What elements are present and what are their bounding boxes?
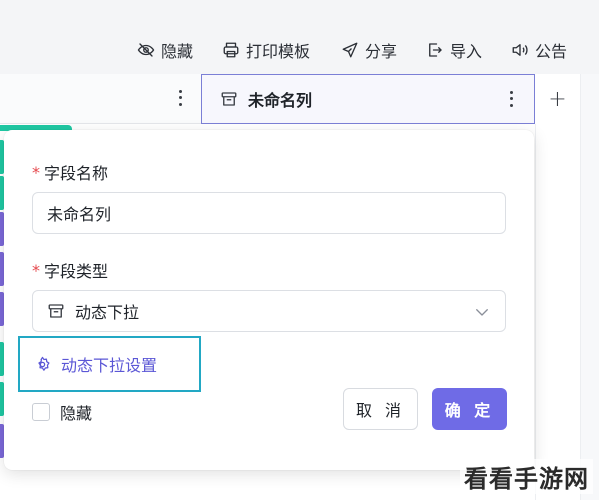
field-name-label: * 字段名称	[32, 160, 108, 184]
dynamic-dropdown-settings-link[interactable]: 动态下拉设置	[18, 336, 201, 392]
print-template-button[interactable]: 打印模板	[222, 38, 310, 62]
eye-off-icon	[137, 43, 155, 57]
printer-icon	[223, 42, 239, 58]
active-column-header[interactable]: 未命名列	[201, 74, 535, 124]
field-settings-panel: * 字段名称 未命名列 * 字段类型 动态下拉 动态下拉设置 隐藏 取 消 确 …	[4, 130, 534, 470]
field-type-value: 动态下拉	[75, 303, 140, 322]
import-label: 导入	[450, 42, 483, 61]
settings-link-label: 动态下拉设置	[61, 356, 158, 375]
more-options-icon[interactable]	[177, 88, 183, 108]
top-toolbar: 隐藏 打印模板 分享 导入 公告	[0, 0, 599, 74]
field-type-select[interactable]: 动态下拉	[32, 290, 506, 332]
field-type-label: * 字段类型	[32, 258, 108, 282]
column-divider	[535, 124, 536, 500]
checkbox[interactable]	[32, 403, 50, 421]
paper-plane-icon	[342, 42, 358, 58]
hide-button[interactable]: 隐藏	[137, 38, 193, 62]
field-name-label-text: 字段名称	[44, 164, 109, 183]
import-button[interactable]: 导入	[426, 38, 482, 62]
add-column-button[interactable]: +	[535, 74, 580, 124]
hide-label: 隐藏	[161, 42, 194, 61]
confirm-button[interactable]: 确 定	[432, 388, 507, 430]
print-template-label: 打印模板	[246, 42, 311, 61]
required-mark: *	[32, 260, 40, 280]
chevron-down-icon	[476, 309, 488, 316]
gear-icon	[38, 356, 50, 371]
more-options-icon[interactable]	[508, 89, 514, 109]
import-icon	[429, 43, 442, 57]
watermark: 看看手游网	[460, 459, 593, 494]
dropdown-field-icon	[221, 92, 237, 106]
announcement-button[interactable]: 公告	[511, 38, 567, 62]
speaker-icon	[512, 44, 528, 56]
announcement-label: 公告	[535, 42, 568, 61]
share-button[interactable]: 分享	[341, 38, 397, 62]
scrollbar[interactable]	[580, 74, 599, 500]
hide-field-checkbox[interactable]: 隐藏	[32, 400, 92, 424]
field-name-input[interactable]: 未命名列	[32, 192, 506, 234]
column-header[interactable]	[0, 74, 201, 124]
share-label: 分享	[365, 42, 398, 61]
hide-field-label: 隐藏	[60, 404, 93, 423]
field-name-value: 未命名列	[47, 205, 112, 224]
dropdown-field-icon	[48, 304, 64, 318]
field-type-label-text: 字段类型	[44, 262, 109, 281]
required-mark: *	[32, 162, 40, 182]
column-title: 未命名列	[248, 91, 313, 110]
cancel-button[interactable]: 取 消	[343, 388, 418, 430]
